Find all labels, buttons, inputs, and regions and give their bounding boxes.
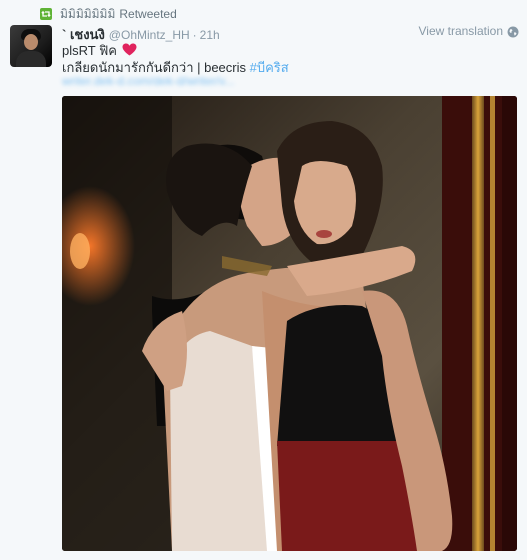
tweet-photo[interactable] — [62, 96, 517, 551]
retweeter-name[interactable]: มิมิมิมิมิมิมิ — [60, 5, 115, 24]
globe-icon — [507, 25, 519, 38]
retweeted-tweet[interactable]: มิมิมิมิมิมิมิ Retweeted ` เชงนงิ @OhMin… — [0, 0, 527, 560]
tweet-timestamp[interactable]: 21h — [200, 28, 220, 42]
tweet-text-2: เกลียดนักมารักกันดีกว่า | beecris — [62, 60, 250, 75]
separator-dot: · — [192, 28, 197, 42]
avatar[interactable] — [10, 25, 52, 67]
retweet-icon — [40, 8, 52, 20]
retweeted-label: Retweeted — [119, 7, 177, 21]
hashtag-link[interactable]: #บีคริส — [250, 60, 289, 75]
view-translation-label: View translation — [418, 24, 504, 38]
retweet-context: มิมิมิมิมิมิมิ Retweeted — [40, 6, 177, 22]
external-link[interactable]: writer.dek-d.com/dek-d/writer/v... — [62, 74, 235, 88]
view-translation-link[interactable]: View translation — [419, 24, 520, 38]
